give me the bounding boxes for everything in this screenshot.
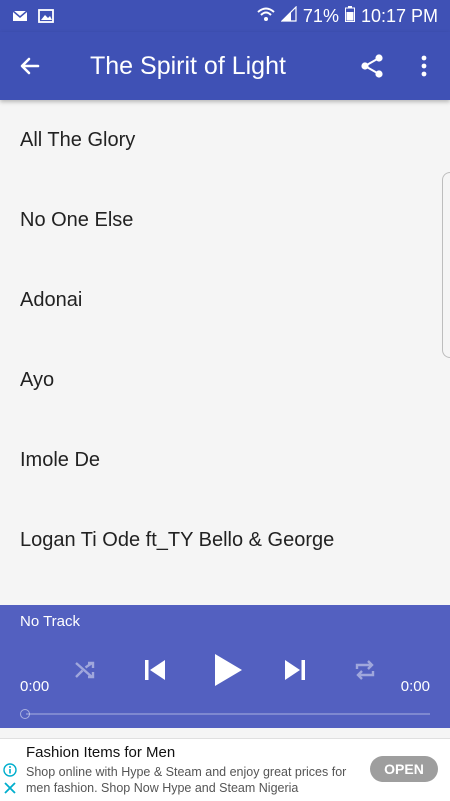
song-item[interactable]: No One Else [0, 180, 450, 260]
page-title: The Spirit of Light [90, 51, 286, 80]
music-player: No Track 0:00 0:00 [0, 605, 450, 728]
song-item[interactable]: Adonai [0, 260, 450, 340]
seek-bar[interactable] [20, 709, 430, 719]
wifi-icon [257, 6, 275, 27]
seek-track [26, 713, 430, 715]
play-icon [215, 654, 242, 686]
previous-icon [145, 660, 165, 680]
seek-thumb[interactable] [20, 709, 30, 719]
battery-icon [344, 5, 355, 27]
ad-open-button[interactable]: OPEN [370, 756, 438, 782]
play-button[interactable] [203, 645, 253, 695]
song-item[interactable]: Ayo [0, 340, 450, 420]
current-time: 0:00 [20, 678, 50, 695]
ad-text[interactable]: Shop online with Hype & Steam and enjoy … [26, 764, 356, 796]
overflow-menu-button[interactable] [398, 32, 450, 100]
back-arrow-icon [20, 57, 40, 75]
next-icon [285, 660, 305, 680]
song-item[interactable]: Imole De [0, 420, 450, 500]
ad-title[interactable]: Fashion Items for Men [26, 744, 175, 761]
close-icon[interactable] [3, 781, 17, 795]
shuffle-button[interactable] [64, 645, 106, 695]
battery-percent: 71% [302, 5, 339, 26]
repeat-icon [355, 660, 375, 680]
repeat-button[interactable] [344, 645, 386, 695]
signal-icon [280, 5, 297, 27]
player-controls [0, 645, 450, 695]
more-vert-icon [421, 55, 427, 77]
next-button[interactable] [274, 645, 316, 695]
ad-banner[interactable]: Fashion Items for Men Shop online with H… [0, 738, 450, 801]
shuffle-icon [75, 661, 95, 679]
previous-button[interactable] [134, 645, 176, 695]
clock: 10:17 PM [360, 5, 438, 26]
image-icon [38, 9, 54, 23]
back-button[interactable] [0, 32, 60, 100]
email-icon [12, 9, 28, 23]
song-item[interactable]: Logan Ti Ode ft_TY Bello & George [0, 500, 450, 580]
app-bar: The Spirit of Light [0, 32, 450, 100]
info-icon[interactable] [3, 763, 17, 777]
song-item[interactable]: All The Glory [0, 100, 450, 180]
edge-panel-handle[interactable] [442, 172, 450, 358]
track-name: No Track [20, 613, 81, 630]
share-icon [361, 54, 383, 78]
song-list: All The Glory No One Else Adonai Ayo Imo… [0, 100, 450, 605]
status-bar: 71% 10:17 PM [0, 0, 450, 32]
total-time: 0:00 [400, 678, 430, 695]
share-button[interactable] [346, 32, 398, 100]
